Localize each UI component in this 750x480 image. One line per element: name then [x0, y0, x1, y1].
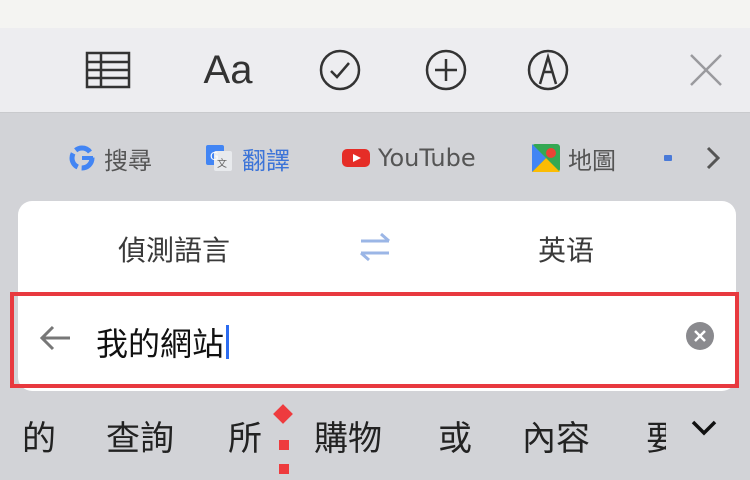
candidate-item[interactable]: 的 [22, 411, 56, 460]
shortcut-search[interactable]: 搜尋 [68, 141, 152, 175]
svg-text:文: 文 [217, 157, 227, 170]
input-highlight-box [10, 292, 739, 388]
shortcut-youtube[interactable]: YouTube [342, 141, 476, 175]
candidate-item[interactable]: 要 [646, 411, 666, 460]
keyboard-toolbar: Aa [0, 28, 750, 113]
partial-shortcut-icon [664, 155, 672, 161]
shortcut-translate[interactable]: G文 翻譯 [204, 141, 290, 175]
google-maps-icon [532, 144, 560, 172]
text-format-button[interactable]: Aa [196, 38, 260, 102]
chevron-down-icon[interactable] [690, 419, 718, 441]
source-language-button[interactable]: 偵測語言 [118, 229, 230, 269]
shortcut-maps[interactable]: 地圖 [532, 141, 616, 175]
shortcut-bar: 搜尋 G文 翻譯 YouTube 地圖 [0, 113, 750, 201]
chevron-right-icon[interactable] [706, 141, 720, 175]
google-translate-icon: G文 [206, 145, 232, 171]
shortcut-maps-label: 地圖 [568, 146, 616, 175]
candidate-item[interactable]: 內容 [522, 411, 590, 460]
target-language-button[interactable]: 英语 [538, 229, 594, 269]
youtube-icon [342, 149, 370, 167]
candidate-item[interactable]: 查詢 [106, 411, 174, 460]
candidate-item[interactable]: 購物 [314, 411, 382, 460]
add-circle-icon[interactable] [414, 38, 478, 102]
checkmark-circle-icon[interactable] [308, 38, 372, 102]
close-icon[interactable] [674, 38, 738, 102]
top-strip [0, 0, 750, 28]
annotation-marker [279, 440, 289, 450]
shortcut-youtube-label: YouTube [378, 144, 476, 172]
shortcut-search-label: 搜尋 [104, 146, 152, 175]
table-icon[interactable] [76, 38, 140, 102]
swap-languages-icon[interactable] [355, 231, 395, 267]
google-icon [69, 145, 95, 171]
shortcut-more-partial[interactable] [664, 141, 672, 175]
candidate-item[interactable]: 或 [438, 411, 472, 460]
markup-pen-icon[interactable] [516, 38, 580, 102]
shortcut-translate-label: 翻譯 [242, 146, 290, 175]
candidate-item[interactable]: 所 [228, 411, 262, 460]
annotation-marker [279, 464, 289, 474]
candidate-bar: 的 查詢 所 購物 或 內容 要 [0, 391, 750, 480]
